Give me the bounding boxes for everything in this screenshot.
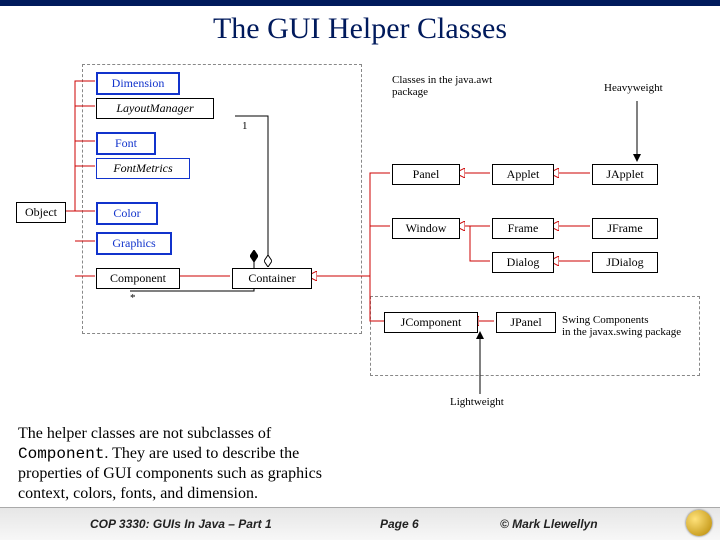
label-awt-1: Classes in the java.awt package — [392, 74, 492, 98]
footer-copyright: © Mark Llewellyn — [500, 517, 598, 531]
note-mono: Component — [18, 445, 104, 463]
slide: The GUI Helper Classes — [0, 0, 720, 540]
node-applet: Applet — [492, 164, 554, 185]
node-dialog: Dialog — [492, 252, 554, 273]
node-layoutmanager: LayoutManager — [96, 98, 214, 119]
note-l1: The helper classes are not subclasses of — [18, 425, 271, 442]
node-panel: Panel — [392, 164, 460, 185]
node-window: Window — [392, 218, 460, 239]
node-fontmetrics: FontMetrics — [96, 158, 190, 179]
label-awt-group: Classes in the java.awt package — [392, 74, 532, 98]
multiplicity-one: 1 — [242, 120, 248, 132]
node-graphics: Graphics — [96, 232, 172, 255]
class-diagram: Object Dimension LayoutManager Font Font… — [10, 46, 710, 426]
label-lightweight: Lightweight — [450, 396, 504, 408]
node-jpanel: JPanel — [496, 312, 556, 333]
node-jcomponent: JComponent — [384, 312, 478, 333]
footer: COP 3330: GUIs In Java – Part 1 Page 6 ©… — [0, 507, 720, 540]
node-dimension: Dimension — [96, 72, 180, 95]
node-object: Object — [16, 202, 66, 223]
node-jframe: JFrame — [592, 218, 658, 239]
node-container: Container — [232, 268, 312, 289]
footer-course: COP 3330: GUIs In Java – Part 1 — [90, 517, 272, 531]
multiplicity-star: * — [130, 292, 136, 304]
ucf-logo-icon — [686, 510, 712, 536]
helper-note: The helper classes are not subclasses of… — [18, 424, 348, 504]
label-heavyweight: Heavyweight — [604, 82, 663, 94]
page-title: The GUI Helper Classes — [0, 12, 720, 46]
node-component: Component — [96, 268, 180, 289]
node-font: Font — [96, 132, 156, 155]
footer-page: Page 6 — [380, 517, 419, 531]
node-frame: Frame — [492, 218, 554, 239]
node-japplet: JApplet — [592, 164, 658, 185]
node-color: Color — [96, 202, 158, 225]
label-swing-group: Swing Components in the javax.swing pack… — [562, 314, 702, 338]
node-jdialog: JDialog — [592, 252, 658, 273]
